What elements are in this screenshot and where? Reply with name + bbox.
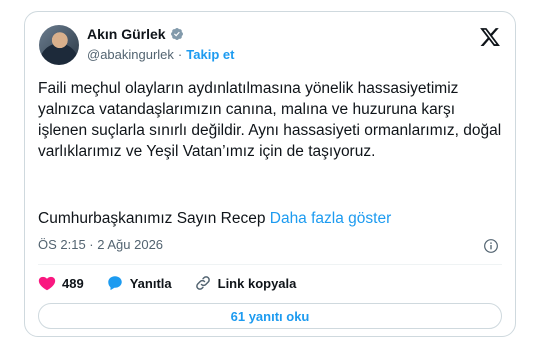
tweet-text: Faili meçhul olayların aydınlatılmasına … — [38, 78, 508, 162]
author-name[interactable]: Akın Gürlek — [87, 26, 166, 42]
follow-button[interactable]: Takip et — [186, 47, 234, 62]
tweet-paragraph-2-row: Cumhurbaşkanımız Sayın Recep Daha fazla … — [38, 208, 391, 229]
tweet-timestamp[interactable]: ÖS 2:15 · 2 Ağu 2026 — [38, 237, 163, 252]
author-name-row: Akın Gürlek — [87, 26, 184, 42]
divider — [38, 264, 502, 265]
heart-icon — [38, 276, 56, 291]
link-icon — [195, 276, 210, 290]
show-more-link[interactable]: Daha fazla göster — [270, 210, 392, 227]
author-handle[interactable]: @abakingurlek — [87, 47, 174, 62]
reply-label: Yanıtla — [129, 275, 172, 291]
tweet-paragraph-1: Faili meçhul olayların aydınlatılmasına … — [38, 80, 502, 160]
x-logo-icon[interactable] — [479, 26, 501, 48]
avatar[interactable] — [39, 25, 79, 65]
copy-link-label: Link kopyala — [217, 275, 297, 291]
like-count: 489 — [62, 275, 84, 291]
author-handle-row: @abakingurlek · Takip et — [87, 47, 234, 62]
copy-link-button[interactable]: Link kopyala — [194, 274, 297, 292]
separator-dot: · — [177, 47, 183, 62]
action-bar: 489 Yanıtla Link kopyala — [38, 274, 318, 292]
tweet-paragraph-2: Cumhurbaşkanımız Sayın Recep — [38, 210, 266, 227]
tweet-card: Akın Gürlek @abakingurlek · Takip et Fai… — [24, 11, 516, 337]
info-icon[interactable] — [483, 238, 499, 254]
read-replies-button[interactable]: 61 yanıtı oku — [38, 303, 502, 329]
reply-button[interactable]: Yanıtla — [106, 274, 172, 292]
verified-badge-icon — [170, 28, 183, 40]
speech-bubble-icon — [107, 276, 122, 291]
like-button[interactable]: 489 — [38, 274, 84, 292]
